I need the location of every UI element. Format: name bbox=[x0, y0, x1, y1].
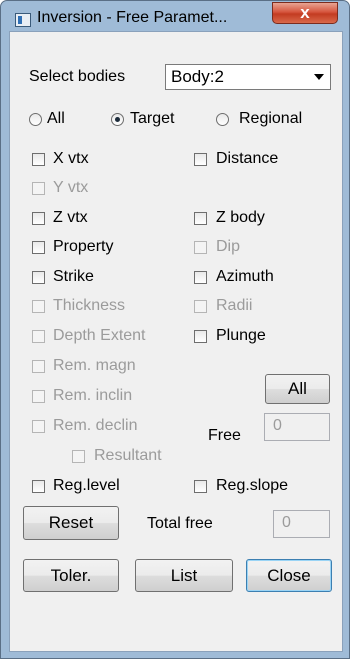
checkbox-resultant[interactable] bbox=[72, 450, 85, 463]
reset-button[interactable]: Reset bbox=[23, 506, 119, 540]
dialog-client-area: Select bodies Body:2 All Target Regional… bbox=[9, 31, 343, 652]
checkbox-dip[interactable] bbox=[194, 241, 207, 254]
z-body-label[interactable]: Z body bbox=[216, 208, 265, 228]
close-button[interactable]: Close bbox=[246, 559, 332, 592]
checkbox-depth-extent[interactable] bbox=[32, 330, 45, 343]
total-free-field: 0 bbox=[273, 510, 330, 538]
radio-regional-label[interactable]: Regional bbox=[239, 109, 302, 129]
checkbox-rem-magn[interactable] bbox=[32, 360, 45, 373]
radio-all[interactable] bbox=[29, 113, 42, 126]
plunge-label[interactable]: Plunge bbox=[216, 326, 266, 346]
dialog-window: Inversion - Free Paramet... x Select bod… bbox=[0, 0, 350, 659]
checkbox-reg-level[interactable] bbox=[32, 480, 45, 493]
checkbox-strike[interactable] bbox=[32, 271, 45, 284]
radio-regional[interactable] bbox=[216, 113, 229, 126]
dip-label: Dip bbox=[216, 238, 241, 255]
strike-label[interactable]: Strike bbox=[53, 267, 94, 287]
checkbox-z-body[interactable] bbox=[194, 212, 207, 225]
y-vtx-label: Y vtx bbox=[53, 179, 89, 196]
radio-target-label[interactable]: Target bbox=[130, 109, 174, 129]
window-title: Inversion - Free Paramet... bbox=[37, 9, 228, 26]
select-all-button[interactable]: All bbox=[265, 374, 330, 404]
checkbox-thickness[interactable] bbox=[32, 300, 45, 313]
list-button[interactable]: List bbox=[135, 559, 233, 592]
checkbox-radii[interactable] bbox=[194, 300, 207, 313]
radio-all-label[interactable]: All bbox=[47, 109, 65, 129]
z-vtx-label[interactable]: Z vtx bbox=[53, 208, 88, 228]
checkbox-distance[interactable] bbox=[194, 153, 207, 166]
reg-level-label[interactable]: Reg.level bbox=[53, 476, 120, 496]
checkbox-y-vtx[interactable] bbox=[32, 182, 45, 195]
checkbox-z-vtx[interactable] bbox=[32, 212, 45, 225]
reg-slope-label[interactable]: Reg.slope bbox=[216, 476, 288, 496]
rem-inclin-label: Rem. inclin bbox=[53, 387, 133, 404]
select-bodies-dropdown[interactable]: Body:2 bbox=[165, 64, 331, 90]
checkbox-rem-declin[interactable] bbox=[32, 420, 45, 433]
select-bodies-label: Select bodies bbox=[29, 68, 126, 85]
checkbox-reg-slope[interactable] bbox=[194, 480, 207, 493]
checkbox-rem-inclin[interactable] bbox=[32, 390, 45, 403]
depth-extent-label: Depth Extent bbox=[53, 327, 146, 344]
distance-label[interactable]: Distance bbox=[216, 149, 278, 169]
free-count-field: 0 bbox=[264, 413, 330, 441]
property-label[interactable]: Property bbox=[53, 237, 113, 257]
checkbox-plunge[interactable] bbox=[194, 330, 207, 343]
title-bar[interactable]: Inversion - Free Paramet... x bbox=[1, 1, 349, 31]
toler-button[interactable]: Toler. bbox=[23, 559, 119, 592]
total-free-label: Total free bbox=[147, 515, 213, 532]
rem-magn-label: Rem. magn bbox=[53, 357, 136, 374]
resultant-label: Resultant bbox=[94, 447, 162, 464]
azimuth-label[interactable]: Azimuth bbox=[216, 267, 274, 287]
checkbox-property[interactable] bbox=[32, 241, 45, 254]
checkbox-azimuth[interactable] bbox=[194, 271, 207, 284]
rem-declin-label: Rem. declin bbox=[53, 417, 138, 434]
x-vtx-label[interactable]: X vtx bbox=[53, 149, 89, 169]
radio-target[interactable] bbox=[111, 113, 124, 126]
free-label: Free bbox=[208, 427, 241, 444]
chevron-down-icon[interactable] bbox=[310, 68, 327, 86]
thickness-label: Thickness bbox=[53, 297, 126, 314]
select-bodies-value: Body:2 bbox=[171, 67, 224, 86]
radii-label: Radii bbox=[216, 297, 253, 314]
checkbox-x-vtx[interactable] bbox=[32, 153, 45, 166]
close-window-button[interactable]: x bbox=[272, 2, 338, 24]
app-window-icon bbox=[15, 13, 31, 27]
